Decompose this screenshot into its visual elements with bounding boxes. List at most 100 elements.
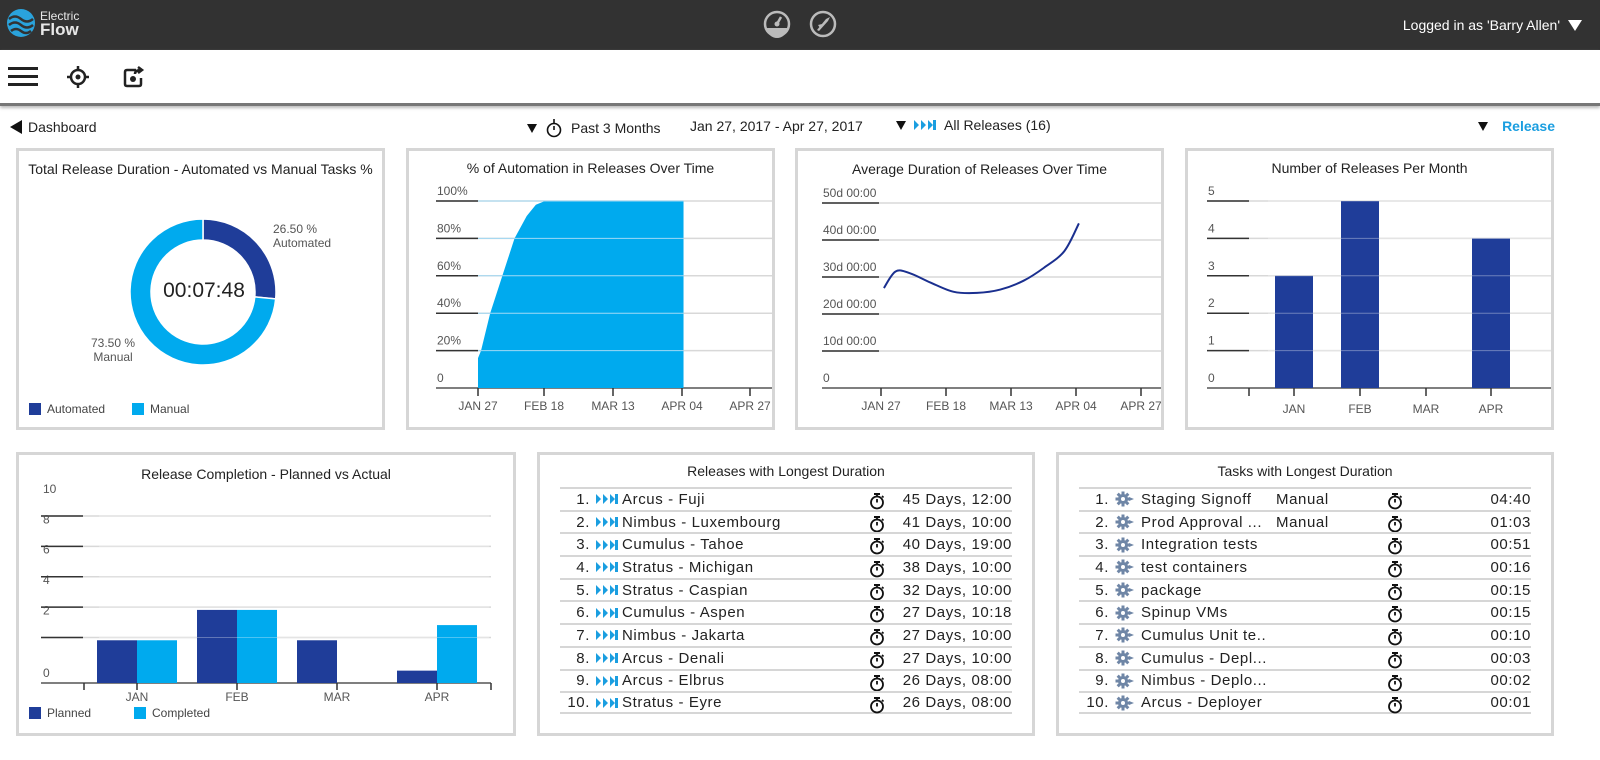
x-tick-label: FEB 18: [926, 399, 966, 413]
release-name[interactable]: Arcus - Fuji: [622, 491, 705, 508]
panel-automated-vs-manual: Total Release Duration - Automated vs Ma…: [16, 148, 385, 430]
task-row[interactable]: 7. Cumulus Unit te.. 00:10: [1079, 623, 1531, 646]
task-row[interactable]: 3. Integration tests 00:51: [1079, 532, 1531, 555]
x-tick-label: MAR 13: [989, 399, 1033, 413]
release-name[interactable]: Stratus - Caspian: [622, 582, 748, 599]
task-gear-icon: [1115, 605, 1137, 621]
task-name[interactable]: Cumulus - Depl...: [1141, 650, 1267, 667]
release-row[interactable]: 5. Stratus - Caspian 32 Days, 10:00: [560, 577, 1012, 601]
manual-text: Manual: [93, 350, 133, 364]
release-row[interactable]: 8. Arcus - Denali 27 Days, 10:00: [560, 645, 1012, 669]
releases-filter-select[interactable]: All Releases (16): [896, 117, 1051, 133]
group-by-label: Release: [1502, 118, 1555, 134]
back-to-dashboard-link[interactable]: Dashboard: [10, 119, 97, 135]
release-chevrons-icon: [596, 494, 618, 505]
y-tick-label: 4: [1208, 221, 1215, 235]
y-tick-label: 100%: [437, 184, 468, 198]
release-name[interactable]: Arcus - Elbrus: [622, 672, 725, 689]
time-range-select[interactable]: Past 3 Months: [527, 118, 661, 138]
release-row[interactable]: 6. Cumulus - Aspen 27 Days, 10:18: [560, 600, 1012, 623]
task-row[interactable]: 6. Spinup VMs 00:15: [1079, 600, 1531, 623]
release-row[interactable]: 1. Arcus - Fuji 45 Days, 12:00: [560, 487, 1012, 510]
task-name[interactable]: package: [1141, 582, 1202, 599]
rank-number: 9.: [1095, 672, 1109, 690]
legend-swatch: [29, 707, 41, 719]
duration-value: 00:51: [1490, 536, 1531, 554]
stopwatch-icon: [1387, 696, 1403, 718]
task-name[interactable]: Arcus - Deployer: [1141, 694, 1262, 711]
bar-feb: [1341, 201, 1379, 388]
x-tick-label: APR 27: [729, 399, 771, 413]
chevron-down-icon: [1568, 19, 1582, 31]
x-tick-label: JAN: [126, 690, 149, 704]
dashboard-gauge-icon[interactable]: [762, 9, 792, 39]
task-row[interactable]: 1. Staging Signoff Manual 04:40: [1079, 487, 1531, 510]
task-name[interactable]: Cumulus Unit te..: [1141, 627, 1266, 644]
task-row[interactable]: 2. Prod Approval ... Manual 01:03: [1079, 509, 1531, 533]
duration-value: 27 Days, 10:00: [902, 626, 1012, 644]
rank-number: 3.: [1095, 536, 1109, 554]
release-row[interactable]: 3. Cumulus - Tahoe 40 Days, 19:00: [560, 532, 1012, 555]
release-row[interactable]: 2. Nimbus - Luxembourg 41 Days, 10:00: [560, 509, 1012, 533]
x-tick-label: APR 04: [1055, 399, 1097, 413]
task-type: Manual: [1276, 513, 1329, 531]
bar-completed-jan: [137, 640, 177, 683]
release-name[interactable]: Arcus - Denali: [622, 650, 725, 667]
release-name[interactable]: Cumulus - Tahoe: [622, 536, 744, 553]
task-name[interactable]: Spinup VMs: [1141, 604, 1228, 621]
duration-value: 04:40: [1490, 490, 1531, 508]
task-name[interactable]: Prod Approval ...: [1141, 514, 1262, 531]
average-duration-line: [883, 222, 1080, 295]
user-menu[interactable]: Logged in as 'Barry Allen': [1403, 17, 1582, 33]
x-tick-label: MAR 13: [591, 399, 635, 413]
task-name[interactable]: Staging Signoff: [1141, 491, 1251, 508]
group-by-select[interactable]: Release: [1478, 118, 1555, 134]
panel-average-duration: Average Duration of Releases Over Time 0…: [795, 148, 1164, 430]
task-row[interactable]: 9. Nimbus - Deplo... 00:02: [1079, 668, 1531, 692]
duration-value: 00:16: [1490, 558, 1531, 576]
refresh-icon[interactable]: [122, 64, 146, 90]
rank-number: 8.: [1095, 649, 1109, 667]
release-chevrons-icon: [596, 607, 618, 618]
duration-value: 27 Days, 10:00: [902, 649, 1012, 667]
rank-number: 2.: [1095, 513, 1109, 531]
release-name[interactable]: Cumulus - Aspen: [622, 604, 745, 621]
duration-value: 00:15: [1490, 604, 1531, 622]
task-name[interactable]: Integration tests: [1141, 536, 1258, 553]
task-row[interactable]: 4. test containers 00:16: [1079, 555, 1531, 578]
top-bar: Electric Flow Logged in as 'Barry Allen': [0, 0, 1600, 50]
rank-number: 5.: [576, 581, 590, 599]
target-icon[interactable]: [66, 64, 90, 90]
task-row[interactable]: 10. Arcus - Deployer 00:01: [1079, 691, 1531, 714]
electricflow-logo[interactable]: Electric Flow: [6, 8, 79, 38]
task-name[interactable]: Nimbus - Deplo...: [1141, 672, 1267, 689]
panel-longest-tasks: Tasks with Longest Duration 1. Staging Si…: [1056, 452, 1554, 736]
release-name[interactable]: Nimbus - Jakarta: [622, 627, 745, 644]
longest-tasks-list: 1. Staging Signoff Manual 04:40 2. Prod Appro…: [1079, 487, 1531, 714]
release-row[interactable]: 4. Stratus - Michigan 38 Days, 10:00: [560, 555, 1012, 578]
automated-pct: 26.50 %: [273, 222, 318, 236]
release-name[interactable]: Stratus - Eyre: [622, 694, 722, 711]
task-name[interactable]: test containers: [1141, 559, 1248, 576]
release-name[interactable]: Nimbus - Luxembourg: [622, 514, 781, 531]
release-completion-bar-chart: 0 2 4 6 8 10 JAN FEB MAR APR: [41, 482, 492, 704]
bar-completed-feb: [237, 609, 277, 683]
y-tick-label: 40d 00:00: [823, 223, 877, 237]
y-tick-label: 20%: [437, 334, 461, 348]
release-rocket-icon[interactable]: [808, 9, 838, 39]
release-row[interactable]: 9. Arcus - Elbrus 26 Days, 08:00: [560, 668, 1012, 692]
menu-icon[interactable]: [8, 64, 38, 90]
task-row[interactable]: 5. package 00:15: [1079, 577, 1531, 601]
rank-number: 10.: [567, 694, 590, 712]
release-name[interactable]: Stratus - Michigan: [622, 559, 754, 576]
y-tick-label: 1: [1208, 334, 1215, 348]
task-row[interactable]: 8. Cumulus - Depl... 00:03: [1079, 645, 1531, 669]
release-row[interactable]: 7. Nimbus - Jakarta 27 Days, 10:00: [560, 623, 1012, 646]
panel-title: Releases with Longest Duration: [687, 463, 885, 479]
release-chevrons-icon: [596, 585, 618, 596]
chevron-down-icon: [896, 120, 906, 130]
release-row[interactable]: 10. Stratus - Eyre 26 Days, 08:00: [560, 691, 1012, 714]
task-gear-icon: [1115, 559, 1137, 575]
bar-planned-apr: [397, 670, 437, 683]
bar-completed-apr: [437, 625, 477, 683]
